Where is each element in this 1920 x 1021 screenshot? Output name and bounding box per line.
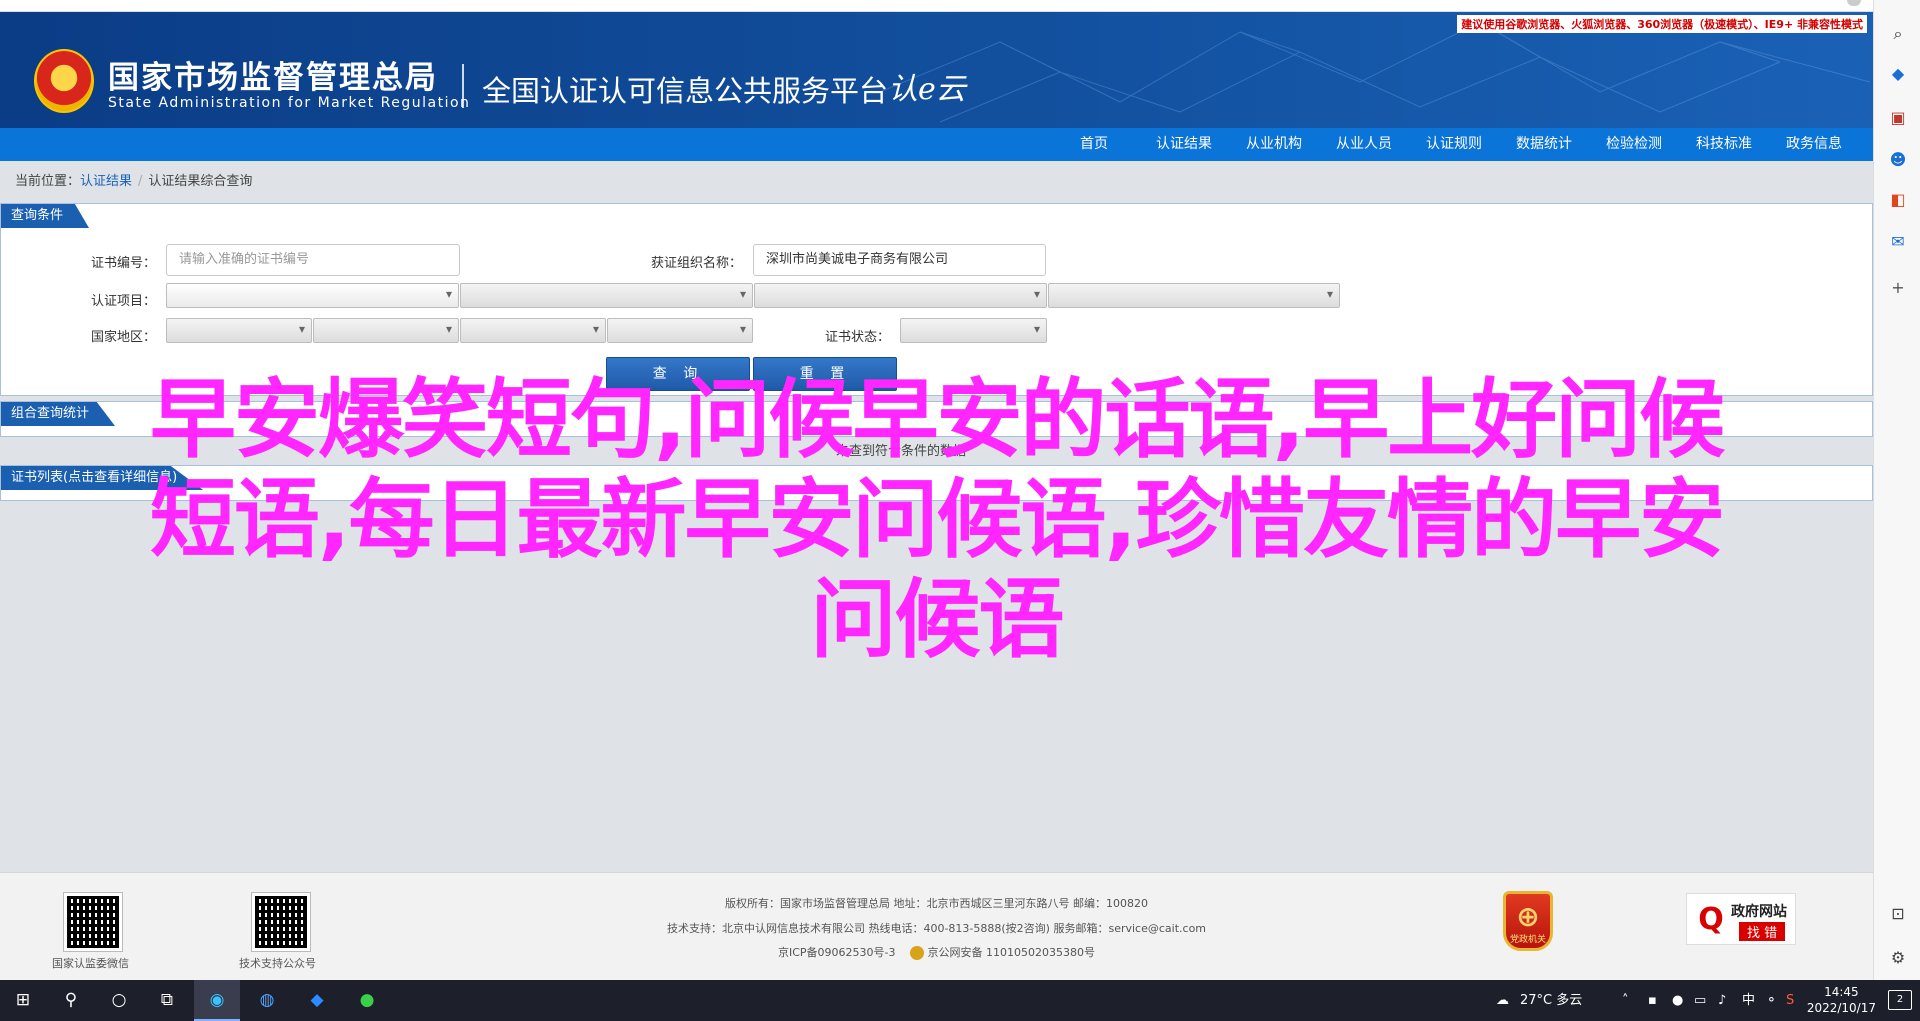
- site-header: 建议使用谷歌浏览器、火狐浏览器、360浏览器（极速模式）、IE9+ 非兼容性模式…: [0, 12, 1873, 128]
- region-select-1[interactable]: [166, 318, 312, 343]
- nav-item[interactable]: 数据统计: [1499, 128, 1589, 161]
- weather-text[interactable]: 27°C 多云: [1520, 980, 1582, 1021]
- breadcrumb-separator: /: [138, 174, 143, 189]
- renyun-logo: 认e云: [888, 72, 966, 107]
- party-gov-badge[interactable]: ⊕ 党政机关: [1503, 891, 1553, 951]
- cert-no-label: 证书编号：: [90, 256, 156, 271]
- ime-indicator[interactable]: 中: [1742, 980, 1755, 1021]
- browser-viewport: 建议使用谷歌浏览器、火狐浏览器、360浏览器（极速模式）、IE9+ 非兼容性模式…: [0, 0, 1873, 980]
- nav-item[interactable]: 首页: [1049, 128, 1139, 161]
- cortana-icon[interactable]: ○: [96, 980, 142, 1021]
- sogou-ime-icon[interactable]: S: [1786, 980, 1794, 1021]
- wechat-icon[interactable]: ●: [344, 980, 390, 1021]
- org-name-input[interactable]: 深圳市尚美诚电子商务有限公司: [753, 244, 1046, 276]
- settings-icon[interactable]: ⚙: [1888, 948, 1908, 968]
- main-nav: 首页 认证结果 从业机构 从业人员 认证规则 数据统计 检验检测 科技标准 政务信息: [0, 128, 1873, 161]
- browser-compat-notice: 建议使用谷歌浏览器、火狐浏览器、360浏览器（极速模式）、IE9+ 非兼容性模式: [1457, 15, 1867, 33]
- project-label: 认证项目：: [90, 294, 156, 309]
- list-panel: 证书列表(点击查看详细信息): [0, 465, 1873, 501]
- nav-item[interactable]: 认证规则: [1409, 128, 1499, 161]
- icp-link[interactable]: 京ICP备09062530号-3: [778, 946, 896, 959]
- add-icon[interactable]: +: [1888, 278, 1908, 298]
- weather-icon[interactable]: ☁: [1496, 980, 1509, 1021]
- police-link[interactable]: 京公网安备 11010502035380号: [928, 946, 1095, 959]
- overlay-line-3: 问候语: [810, 570, 1065, 670]
- badge-caption: 党政机关: [1509, 935, 1546, 945]
- gov-site-title: 政府网站: [1731, 904, 1787, 920]
- search-button[interactable]: 查 询: [606, 357, 750, 391]
- org-name-label: 获证组织名称：: [650, 256, 742, 271]
- national-emblem-icon: [34, 49, 94, 113]
- footer-copyright: 版权所有：国家市场监督管理总局 地址：北京市西城区三里河东路八号 邮编：1008…: [725, 897, 1148, 910]
- outlook-icon[interactable]: ✉: [1888, 232, 1908, 252]
- project-select-2[interactable]: [460, 283, 753, 308]
- region-label: 国家地区：: [90, 330, 156, 345]
- network-icon[interactable]: ▭: [1694, 980, 1706, 1021]
- tray-wechat-icon[interactable]: ●: [1672, 980, 1683, 1021]
- clock-time: 14:45: [1824, 985, 1859, 999]
- scroll-thumb[interactable]: [1847, 0, 1861, 6]
- status-select[interactable]: [900, 318, 1047, 343]
- breadcrumb-current: 认证结果综合查询: [148, 174, 253, 189]
- footer-icp-row: 京ICP备09062530号-3 京公网安备 11010502035380号: [0, 944, 1873, 960]
- tag-icon[interactable]: ◆: [1888, 64, 1908, 84]
- search-icon[interactable]: ⌕: [1888, 24, 1908, 44]
- header-divider: [462, 64, 464, 108]
- platform-title: 全国认证认可信息公共服务平台: [482, 74, 889, 108]
- volume-icon[interactable]: ♪: [1718, 980, 1726, 1021]
- ime-mode-icon[interactable]: ⚬: [1766, 980, 1777, 1021]
- gov-site-error-link[interactable]: Q 政府网站 找 错: [1686, 893, 1796, 945]
- layout-icon[interactable]: ⊡: [1888, 904, 1908, 924]
- user-icon[interactable]: ☻: [1888, 150, 1908, 170]
- site-footer: 国家认监委微信 技术支持公众号 版权所有：国家市场监督管理总局 地址：北京市西城…: [0, 872, 1873, 980]
- org-name-en: State Administration for Market Regulati…: [108, 95, 471, 111]
- project-select-3[interactable]: [754, 283, 1047, 308]
- gov-site-sub: 找 错: [1739, 922, 1786, 941]
- project-select-1[interactable]: [166, 283, 459, 308]
- query-panel-tab: 查询条件: [1, 204, 90, 228]
- office-icon[interactable]: ◧: [1888, 190, 1908, 210]
- desktop: 建议使用谷歌浏览器、火狐浏览器、360浏览器（极速模式）、IE9+ 非兼容性模式…: [0, 0, 1920, 1021]
- nav-item[interactable]: 从业人员: [1319, 128, 1409, 161]
- reset-button[interactable]: 重 置: [753, 357, 897, 391]
- nav-item[interactable]: 检验检测: [1589, 128, 1679, 161]
- project-select-4[interactable]: [1048, 283, 1340, 308]
- breadcrumb: 当前位置：认证结果 / 认证结果综合查询: [15, 170, 252, 189]
- status-label: 证书状态：: [824, 330, 890, 345]
- nav-item[interactable]: 政务信息: [1769, 128, 1859, 161]
- system-clock[interactable]: 14:45 2022/10/17: [1807, 984, 1876, 1016]
- breadcrumb-prefix: 当前位置：: [15, 174, 81, 189]
- stats-result-text: 未查到符合条件的数据: [836, 444, 967, 459]
- tray-app-icon-1[interactable]: ▪: [1648, 980, 1657, 1021]
- stats-panel: 组合查询统计: [0, 401, 1873, 437]
- search-error-icon: Q: [1698, 902, 1724, 937]
- app-icon-3[interactable]: ◆: [294, 980, 340, 1021]
- tray-chevron-icon[interactable]: ˄: [1622, 980, 1629, 1021]
- app-icon-2[interactable]: ◍: [244, 980, 290, 1021]
- windows-start-icon[interactable]: ⊞: [0, 980, 46, 1021]
- clock-date: 2022/10/17: [1806, 1001, 1876, 1015]
- badge-glyph-icon: ⊕: [1516, 900, 1540, 933]
- police-badge-icon: [909, 946, 924, 960]
- nav-item[interactable]: 科技标准: [1679, 128, 1769, 161]
- edge-browser-icon[interactable]: ◉: [194, 980, 240, 1021]
- region-select-4[interactable]: [607, 318, 753, 343]
- list-panel-tab: 证书列表(点击查看详细信息): [1, 466, 204, 490]
- nav-item[interactable]: 认证结果: [1139, 128, 1229, 161]
- stats-panel-tab: 组合查询统计: [1, 402, 116, 426]
- nav-item[interactable]: 从业机构: [1229, 128, 1319, 161]
- region-select-3[interactable]: [460, 318, 606, 343]
- search-taskbar-icon[interactable]: ⚲: [48, 980, 94, 1021]
- notification-center-icon[interactable]: 2: [1888, 990, 1912, 1010]
- footer-support: 技术支持：北京中认网信息技术有限公司 热线电话：400-813-5888(按2咨…: [666, 922, 1207, 935]
- browser-top-strip: [0, 0, 1873, 12]
- breadcrumb-link[interactable]: 认证结果: [80, 174, 132, 189]
- toolbox-icon[interactable]: ▣: [1888, 108, 1908, 128]
- taskbar: ⊞ ⚲ ○ ⧉ ◉ ◍ ◆ ● ☁ 27°C 多云 ˄ ▪ ● ▭ ♪ 中 ⚬ …: [0, 980, 1920, 1021]
- browser-sidebar: ⌕ ◆ ▣ ☻ ◧ ✉ + ⊡ ⚙: [1873, 0, 1920, 980]
- org-name-cn: 国家市场监督管理总局: [108, 60, 438, 96]
- cert-no-input[interactable]: 请输入准确的证书编号: [166, 244, 460, 276]
- task-view-icon[interactable]: ⧉: [144, 980, 190, 1021]
- region-select-2[interactable]: [313, 318, 459, 343]
